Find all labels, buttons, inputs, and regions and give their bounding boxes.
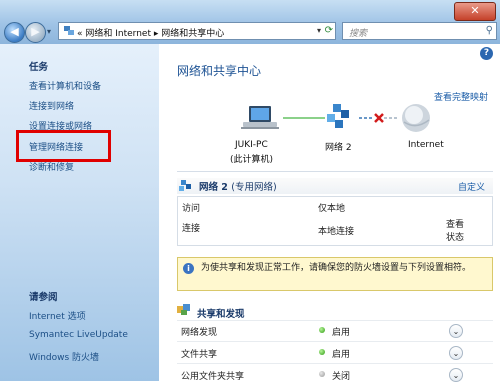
network-small-icon	[179, 180, 191, 191]
breadcrumb-sharing-center[interactable]: 网络和共享中心	[161, 29, 224, 39]
recent-pages-dropdown-icon[interactable]: ▾	[47, 27, 51, 36]
network-folder-icon	[63, 25, 75, 39]
connection-label: 连接	[182, 224, 201, 234]
customize-link[interactable]: 自定义	[458, 180, 485, 193]
status-on-icon	[319, 327, 325, 333]
search-icon[interactable]: ⚲	[486, 25, 493, 36]
breadcrumb-separator-icon[interactable]: ▸	[154, 29, 159, 39]
connection-error-icon	[374, 113, 384, 123]
access-label: 访问	[182, 204, 201, 214]
breadcrumb-network-internet[interactable]: 网络和 Internet	[85, 29, 151, 39]
public-folder-sharing-status: 关闭	[332, 372, 351, 382]
sidebar: 任务 查看计算机和设备 连接到网络 设置连接或网络 管理网络连接 诊断和修复 请…	[0, 44, 159, 381]
access-value: 仅本地	[318, 204, 346, 214]
public-folder-sharing-label: 公用文件夹共享	[181, 372, 245, 382]
sharing-icon	[177, 304, 191, 319]
divider	[177, 320, 493, 321]
forward-button[interactable]: ▶	[25, 22, 46, 43]
help-icon[interactable]: ?	[480, 47, 493, 60]
status-on-icon	[319, 349, 325, 355]
search-placeholder: 搜索	[349, 29, 368, 39]
network-section-header: 网络 2 (专用网络) 自定义	[177, 178, 493, 194]
sidebar-item-symantec-liveupdate[interactable]: Symantec LiveUpdate	[29, 330, 128, 340]
refresh-icon[interactable]: ⟳	[325, 25, 333, 36]
info-icon: i	[183, 263, 194, 274]
view-status-line2[interactable]: 状态	[446, 230, 464, 243]
network-type: (专用网络)	[231, 182, 277, 193]
network-name: 网络 2 (专用网络)	[199, 179, 277, 193]
computer-icon	[241, 106, 279, 129]
file-sharing-label: 文件共享	[181, 350, 218, 360]
view-status-line1[interactable]: 查看	[446, 217, 464, 230]
expand-public-folder-chevron-icon[interactable]: ⌄	[449, 368, 463, 382]
divider	[177, 363, 493, 364]
network-details-table: 访问 仅本地 连接 本地连接 查看 状态	[177, 196, 493, 246]
sidebar-item-connect-network[interactable]: 连接到网络	[29, 99, 74, 112]
page-title: 网络和共享中心	[177, 64, 262, 78]
sidebar-see-also-title: 请参阅	[29, 292, 58, 303]
network-icon	[327, 104, 349, 128]
network-map	[241, 104, 430, 132]
sidebar-item-internet-options[interactable]: Internet 选项	[29, 309, 86, 322]
expand-file-sharing-chevron-icon[interactable]: ⌄	[449, 346, 463, 360]
internet-globe-icon	[402, 104, 430, 132]
sidebar-tasks-title: 任务	[29, 62, 49, 73]
view-status-link[interactable]: 查看 状态	[446, 217, 464, 243]
sharing-discovery-title: 共享和发现	[197, 309, 245, 320]
network-node-label: 网络 2	[325, 143, 352, 153]
highlight-box	[16, 130, 111, 162]
firewall-info-bar: i 为使共享和发现正常工作，请确保您的防火墙设置与下列设置相符。	[177, 257, 493, 291]
file-sharing-status: 启用	[332, 350, 351, 360]
divider	[177, 341, 493, 342]
address-bar[interactable]: « 网络和 Internet ▸ 网络和共享中心 ▾ ⟳	[58, 22, 336, 40]
address-dropdown-icon[interactable]: ▾	[317, 26, 321, 35]
computer-sub-label: (此计算机)	[230, 155, 274, 165]
search-box[interactable]: 搜索 ⚲	[342, 22, 497, 40]
expand-network-discovery-chevron-icon[interactable]: ⌄	[449, 324, 463, 338]
network-discovery-label: 网络发现	[181, 328, 218, 338]
close-button[interactable]: ✕	[454, 2, 496, 21]
connection-value: 本地连接	[318, 227, 355, 237]
network-name-text: 网络 2	[199, 182, 228, 193]
firewall-info-text: 为使共享和发现正常工作，请确保您的防火墙设置与下列设置相符。	[201, 263, 472, 273]
network-discovery-status: 启用	[332, 328, 351, 338]
main-panel: ? 网络和共享中心 查看完整映射 JUKI-PC (此计算机) 网络 2 Int…	[159, 44, 500, 382]
status-off-icon	[319, 371, 325, 377]
divider	[177, 171, 493, 172]
sidebar-item-windows-firewall[interactable]: Windows 防火墙	[29, 350, 99, 363]
sidebar-item-view-computers[interactable]: 查看计算机和设备	[29, 79, 101, 92]
window-titlebar: ✕ ◀ ▶ ▾ « 网络和 Internet ▸ 网络和共享中心 ▾ ⟳ 搜索 …	[0, 0, 500, 44]
breadcrumb-overflow[interactable]: «	[77, 29, 83, 39]
breadcrumb: « 网络和 Internet ▸ 网络和共享中心	[77, 26, 224, 39]
internet-node-label: Internet	[408, 140, 444, 150]
back-button[interactable]: ◀	[4, 22, 25, 43]
computer-name-label: JUKI-PC	[235, 140, 268, 150]
